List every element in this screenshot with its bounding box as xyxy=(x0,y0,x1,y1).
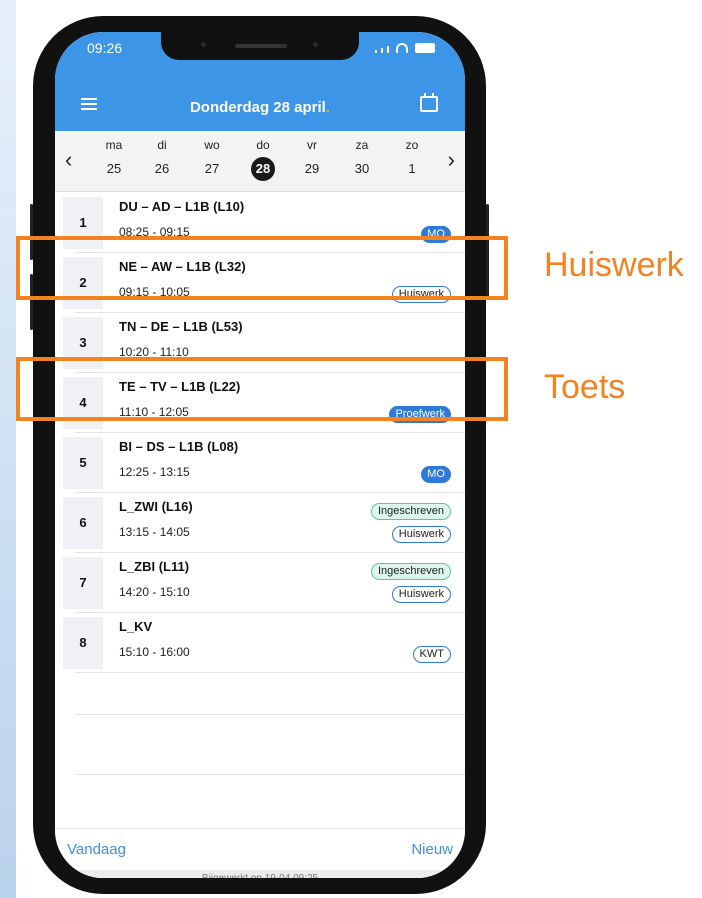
test-annotation: Toets xyxy=(544,368,626,406)
huiswerk-badge: Huiswerk xyxy=(391,586,451,603)
lesson-row[interactable]: 6 L_ZWI (L16) 13:15 - 14:05 Ingeschreven Hui… xyxy=(55,493,465,553)
day-name: do xyxy=(256,138,270,152)
day-date: 27 xyxy=(204,161,220,176)
battery-icon xyxy=(415,43,435,53)
today-button[interactable]: Vandaag xyxy=(67,841,126,858)
day-name: di xyxy=(157,138,167,152)
chevron-left-icon[interactable]: ‹ xyxy=(65,147,72,173)
lesson-hour: 5 xyxy=(63,437,103,489)
week-selector: ‹ › ma 25 di 26 wo 27 do 28 vr 29 za 30 zo 1 xyxy=(55,131,465,192)
lesson-title: TN – DE – L1B (L53) xyxy=(119,319,243,334)
day-name: ma xyxy=(105,138,123,152)
signal-icon xyxy=(381,48,383,53)
lesson-title: L_KV xyxy=(119,619,153,634)
lesson-time: 15:10 - 16:00 xyxy=(119,645,190,659)
day-date: 30 xyxy=(354,161,370,176)
chevron-right-icon[interactable]: › xyxy=(448,147,455,173)
lesson-title: L_ZWI (L16) xyxy=(119,499,193,514)
lesson-row[interactable]: 5 BI – DS – L1B (L08) 12:25 - 13:15 MO xyxy=(55,433,465,493)
title-dot: . xyxy=(325,99,331,116)
empty-row-divider xyxy=(75,774,465,775)
day-vr[interactable]: vr 29 xyxy=(297,136,327,181)
day-name: za xyxy=(355,138,369,152)
ingeschreven-badge: Ingeschreven xyxy=(370,563,451,580)
day-do[interactable]: do 28 xyxy=(248,136,278,181)
kwt-badge: KWT xyxy=(412,646,451,663)
day-di[interactable]: di 26 xyxy=(147,136,177,181)
lesson-title: BI – DS – L1B (L08) xyxy=(119,439,239,454)
sensor-dot xyxy=(201,42,206,47)
page-title-text: Donderdag 28 april xyxy=(189,99,326,116)
day-zo[interactable]: zo 1 xyxy=(397,136,427,181)
day-wo[interactable]: wo 27 xyxy=(197,136,227,181)
lesson-time: 12:25 - 13:15 xyxy=(119,465,190,479)
wifi-icon xyxy=(396,43,408,53)
calendar-icon[interactable] xyxy=(420,93,438,112)
lesson-hour: 6 xyxy=(63,497,103,549)
day-date: 26 xyxy=(154,161,170,176)
lesson-title: DU – AD – L1B (L10) xyxy=(119,199,245,214)
day-ma[interactable]: ma 25 xyxy=(99,136,129,181)
last-updated: Bijgewerkt op 19-04 09:25 xyxy=(55,870,465,878)
signal-icon xyxy=(387,46,389,53)
status-time: 09:26 xyxy=(87,40,123,56)
day-name: wo xyxy=(204,138,220,152)
lesson-time: 14:20 - 15:10 xyxy=(119,585,190,599)
homework-annotation: Huiswerk xyxy=(544,246,684,284)
day-date: 25 xyxy=(106,161,122,176)
day-name: zo xyxy=(405,138,419,152)
day-name: vr xyxy=(307,138,317,152)
homework-highlight xyxy=(16,236,508,300)
lesson-title: L_ZBI (L11) xyxy=(119,559,190,574)
ingeschreven-badge: Ingeschreven xyxy=(370,503,451,520)
day-date: 29 xyxy=(304,161,320,176)
lesson-row[interactable]: 7 L_ZBI (L11) 14:20 - 15:10 Ingeschreven Hui… xyxy=(55,553,465,613)
app-screen: 09:26 Donderdag 28 april. ‹ › ma 25 di 2… xyxy=(55,32,465,878)
day-za[interactable]: za 30 xyxy=(347,136,377,181)
test-highlight xyxy=(16,357,508,421)
signal-icon xyxy=(375,50,377,53)
camera-dot xyxy=(313,42,318,47)
day-date: 28 xyxy=(251,157,275,181)
row-divider xyxy=(75,672,465,673)
page-title: Donderdag 28 april. xyxy=(55,99,465,116)
lesson-row[interactable]: 8 L_KV 15:10 - 16:00 KWT xyxy=(55,613,465,673)
huiswerk-badge: Huiswerk xyxy=(391,526,451,543)
empty-row-divider xyxy=(75,714,465,715)
status-icons xyxy=(375,43,435,53)
lesson-time: 13:15 - 14:05 xyxy=(119,525,190,539)
lesson-hour: 7 xyxy=(63,557,103,609)
speaker-grille xyxy=(235,44,287,48)
background-strip xyxy=(0,0,16,898)
new-button[interactable]: Nieuw xyxy=(411,841,453,858)
lesson-hour: 8 xyxy=(63,617,103,669)
mo-badge: MO xyxy=(421,466,451,483)
phone-notch xyxy=(161,32,359,60)
day-date: 1 xyxy=(408,161,416,176)
phone-frame: 09:26 Donderdag 28 april. ‹ › ma 25 di 2… xyxy=(30,16,489,894)
